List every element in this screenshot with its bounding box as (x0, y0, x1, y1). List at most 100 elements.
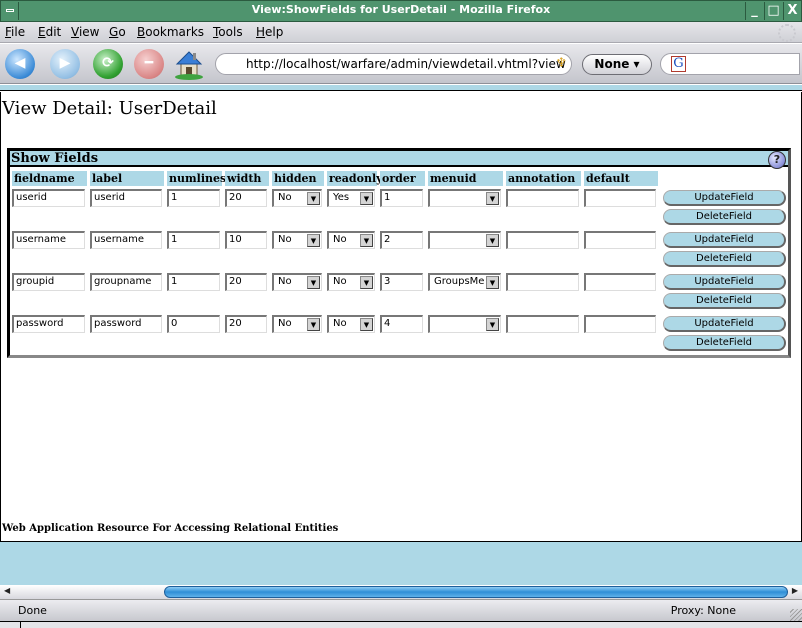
menu-edit[interactable]: Edit (38, 25, 61, 39)
site-identity-icon[interactable]: ♆ (555, 56, 567, 71)
numlines-input[interactable]: 1 (167, 273, 220, 291)
numlines-input[interactable]: 1 (167, 231, 220, 249)
default-input[interactable] (584, 189, 656, 207)
close-button[interactable]: X (783, 2, 801, 20)
readonly-select[interactable]: No ▼ (327, 231, 375, 249)
fieldname-input[interactable]: groupid (12, 273, 85, 291)
dropdown-arrow-icon[interactable]: ▼ (486, 234, 499, 247)
reload-icon: ⟳ (102, 55, 114, 71)
dropdown-arrow-icon[interactable]: ▼ (307, 318, 320, 331)
dropdown-arrow-icon[interactable]: ▼ (360, 276, 373, 289)
menuid-select[interactable]: GroupsMe ▼ (428, 273, 501, 291)
hidden-select[interactable]: No ▼ (272, 273, 322, 291)
stop-button[interactable]: ━ (134, 49, 164, 79)
back-button[interactable]: ◀ (5, 49, 35, 79)
hidden-select[interactable]: No ▼ (272, 189, 322, 207)
reload-button[interactable]: ⟳ (93, 49, 123, 79)
annotation-input[interactable] (506, 315, 579, 333)
maximize-button[interactable]: □ (764, 2, 782, 20)
order-input[interactable]: 2 (380, 231, 423, 249)
dropdown-arrow-icon[interactable]: ▼ (307, 234, 320, 247)
footer-text: Web Application Resource For Accessing R… (2, 523, 339, 534)
annotation-input[interactable] (506, 273, 579, 291)
label-input[interactable]: groupname (90, 273, 162, 291)
readonly-select[interactable]: No ▼ (327, 273, 375, 291)
width-input[interactable]: 20 (225, 189, 267, 207)
delete-field-button[interactable]: DeleteField (663, 209, 786, 225)
dropdown-arrow-icon[interactable]: ▼ (486, 276, 499, 289)
search-box[interactable]: G (660, 53, 800, 75)
readonly-value: No (333, 276, 347, 287)
width-input[interactable]: 20 (225, 273, 267, 291)
scrollbar-thumb[interactable] (164, 586, 788, 598)
scroll-right-arrow-icon[interactable]: ▶ (792, 586, 798, 595)
order-input[interactable]: 1 (380, 189, 423, 207)
url-text[interactable]: http://localhost/warfare/admin/viewdetai… (246, 57, 566, 71)
scroll-left-arrow-icon[interactable]: ◀ (4, 586, 10, 595)
resize-grip-icon[interactable] (790, 609, 802, 621)
annotation-input[interactable] (506, 189, 579, 207)
help-icon[interactable]: ? (768, 151, 786, 169)
label-input[interactable]: password (90, 315, 162, 333)
readonly-select[interactable]: No ▼ (327, 315, 375, 333)
home-icon (175, 51, 203, 80)
menu-file[interactable]: File (5, 25, 25, 39)
throbber-icon (778, 24, 796, 42)
readonly-select[interactable]: Yes ▼ (327, 189, 375, 207)
dropdown-arrow-icon[interactable]: ▼ (307, 192, 320, 205)
fieldname-input[interactable]: username (12, 231, 85, 249)
menu-tools[interactable]: Tools (213, 25, 243, 39)
horizontal-scrollbar[interactable]: ◀ ▶ (0, 585, 802, 599)
dropdown-arrow-icon[interactable]: ▼ (360, 192, 373, 205)
update-field-button[interactable]: UpdateField (663, 274, 786, 290)
annotation-input[interactable] (506, 231, 579, 249)
update-field-button[interactable]: UpdateField (663, 232, 786, 248)
menuid-select[interactable]: ▼ (428, 315, 501, 333)
dropdown-arrow-icon[interactable]: ▼ (486, 318, 499, 331)
column-header-fieldname: fieldname (12, 171, 87, 186)
dropdown-arrow-icon[interactable]: ▼ (360, 234, 373, 247)
search-engine-google-icon[interactable]: G (671, 56, 686, 72)
hidden-value: No (278, 318, 292, 329)
update-field-button[interactable]: UpdateField (663, 316, 786, 332)
menuid-select[interactable]: ▼ (428, 189, 501, 207)
minimize-button[interactable]: _ (745, 2, 763, 20)
column-header-annotation: annotation (506, 171, 581, 186)
numlines-input[interactable]: 0 (167, 315, 220, 333)
default-input[interactable] (584, 315, 656, 333)
default-input[interactable] (584, 273, 656, 291)
fieldname-input[interactable]: userid (12, 189, 85, 207)
forward-button[interactable]: ▶ (50, 49, 80, 79)
dropdown-arrow-icon[interactable]: ▼ (307, 276, 320, 289)
proxy-none-button[interactable]: None ▾ (582, 54, 652, 75)
numlines-input[interactable]: 1 (167, 189, 220, 207)
bottom-banner-band (0, 541, 802, 585)
dropdown-arrow-icon[interactable]: ▼ (486, 192, 499, 205)
order-input[interactable]: 4 (380, 315, 423, 333)
delete-field-button[interactable]: DeleteField (663, 251, 786, 267)
url-bar[interactable]: http://localhost/warfare/admin/viewdetai… (215, 53, 572, 75)
hidden-select[interactable]: No ▼ (272, 231, 322, 249)
label-input[interactable]: username (90, 231, 162, 249)
column-header-numlines: numlines (167, 171, 227, 186)
order-input[interactable]: 3 (380, 273, 423, 291)
column-header-hidden: hidden (272, 171, 324, 186)
menu-help[interactable]: Help (256, 25, 283, 39)
menu-bookmarks[interactable]: Bookmarks (137, 25, 204, 39)
hidden-select[interactable]: No ▼ (272, 315, 322, 333)
width-input[interactable]: 20 (225, 315, 267, 333)
fieldname-input[interactable]: password (12, 315, 85, 333)
dropdown-arrow-icon[interactable]: ▼ (360, 318, 373, 331)
show-fields-panel: Show Fields ? fieldname label numlines widt… (7, 148, 791, 358)
home-button[interactable] (173, 48, 205, 80)
label-input[interactable]: userid (90, 189, 162, 207)
stop-icon: ━ (144, 55, 154, 71)
update-field-button[interactable]: UpdateField (663, 190, 786, 206)
delete-field-button[interactable]: DeleteField (663, 293, 786, 309)
menuid-select[interactable]: ▼ (428, 231, 501, 249)
menu-go[interactable]: Go (109, 25, 126, 39)
default-input[interactable] (584, 231, 656, 249)
width-input[interactable]: 10 (225, 231, 267, 249)
delete-field-button[interactable]: DeleteField (663, 335, 786, 351)
menu-view[interactable]: View (71, 25, 99, 39)
